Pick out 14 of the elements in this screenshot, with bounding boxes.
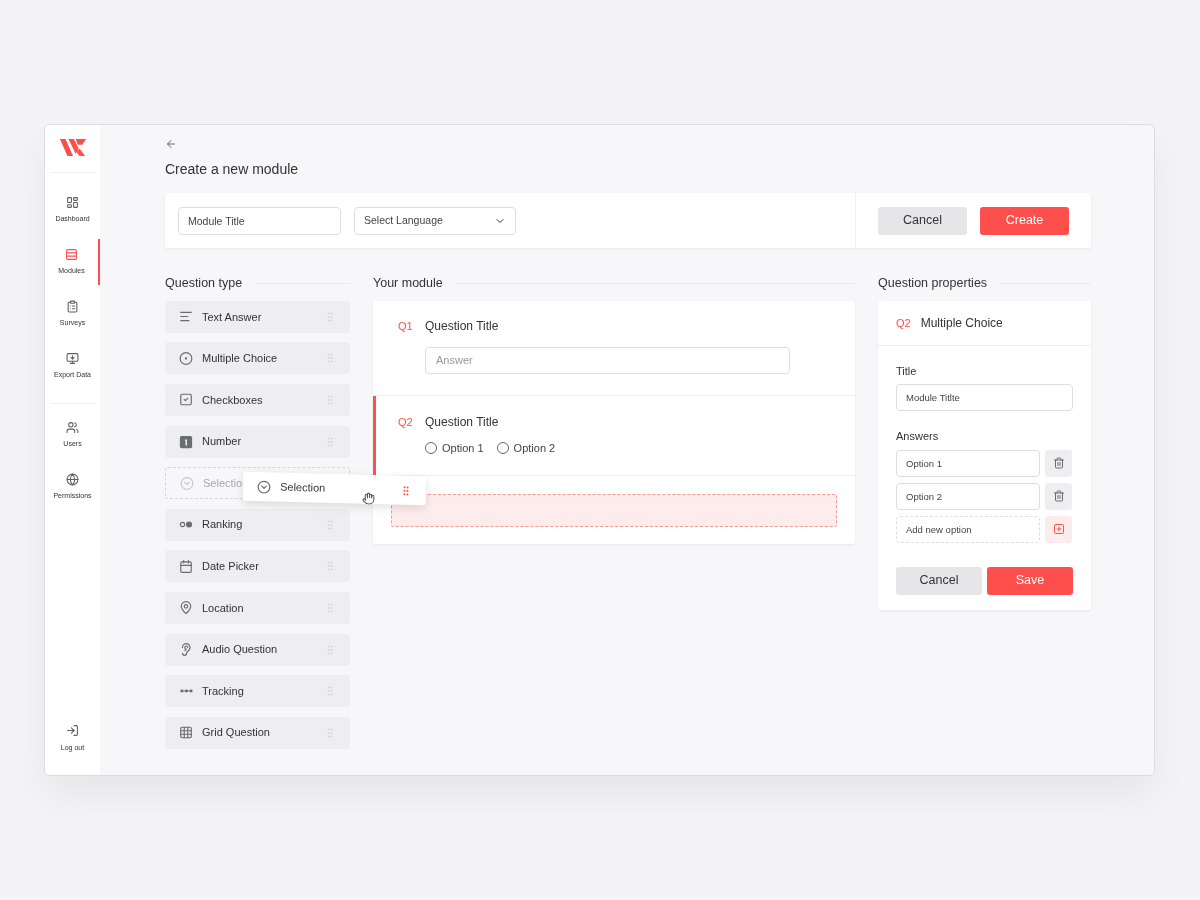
question-number: Q2	[398, 414, 412, 430]
section-heading: Question type	[165, 275, 243, 292]
field-label: Title	[896, 363, 918, 379]
field-label: Answers	[896, 429, 940, 445]
question-type-title: Multiple Choice	[920, 314, 1003, 332]
question-title: Question Title	[425, 317, 499, 335]
option-label: Option 1	[442, 440, 484, 456]
question-number: Q1	[398, 318, 412, 334]
section-heading: Your module	[373, 275, 443, 292]
question-title: Question Title	[425, 413, 499, 431]
section-heading: Question properties	[878, 275, 988, 292]
question-number: Q2	[896, 315, 911, 331]
option-label: Option 2	[513, 440, 556, 456]
page-title: Create a new module	[165, 160, 300, 179]
